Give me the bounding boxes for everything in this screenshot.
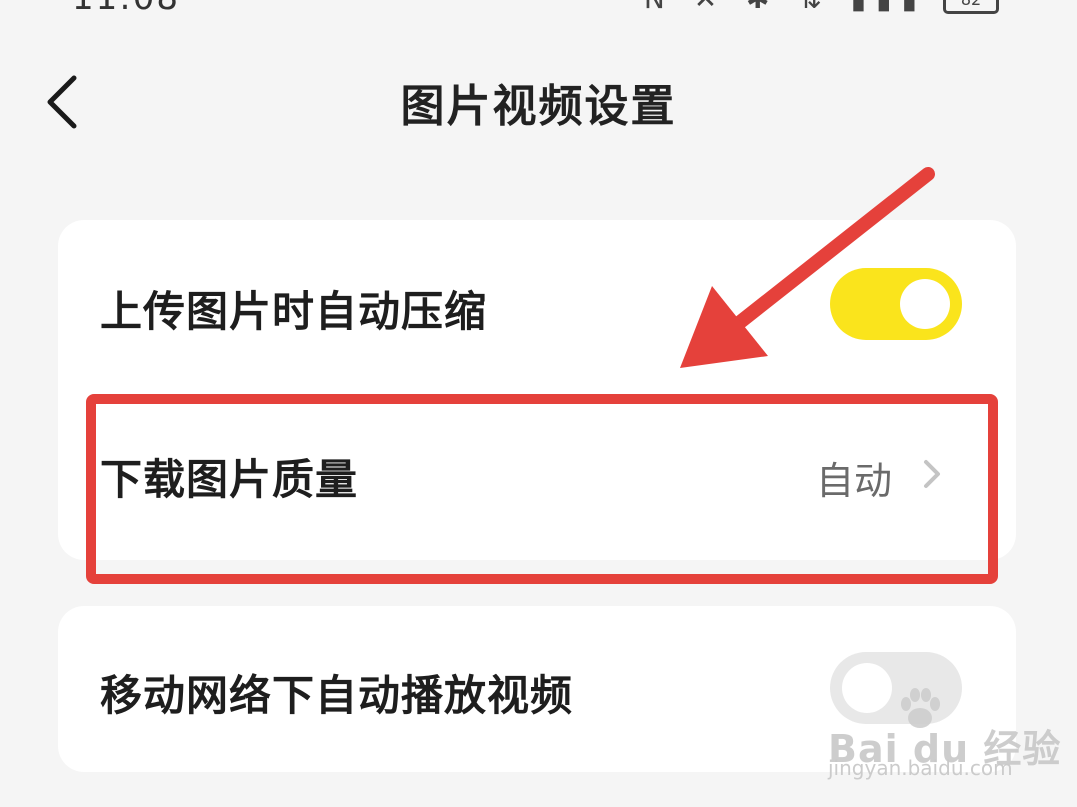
page-title: 图片视频设置	[400, 81, 677, 132]
auto-compress-toggle[interactable]	[830, 268, 962, 340]
settings-card-upload-download: 上传图片时自动压缩 下载图片质量 自动	[58, 220, 1016, 560]
battery-icon: 82	[943, 0, 999, 14]
autoplay-mobile-toggle[interactable]	[830, 652, 962, 724]
status-bar: 11:08 N ✕ ✱ ⇅ ▮▮▮ 82	[0, 0, 1077, 18]
autoplay-mobile-label: 移动网络下自动播放视频	[100, 671, 574, 720]
status-icons: N ✕ ✱ ⇅ ▮▮▮	[644, 0, 927, 15]
nav-bar: 图片视频设置	[0, 60, 1077, 146]
status-time: 11:08	[72, 0, 180, 18]
toggle-knob	[900, 279, 950, 329]
toggle-knob	[842, 663, 892, 713]
download-quality-label: 下载图片质量	[100, 455, 359, 504]
auto-compress-label: 上传图片时自动压缩	[100, 287, 488, 336]
download-quality-value: 自动	[816, 459, 893, 503]
chevron-right-icon	[924, 460, 940, 488]
settings-card-autoplay: 移动网络下自动播放视频	[58, 606, 1016, 772]
